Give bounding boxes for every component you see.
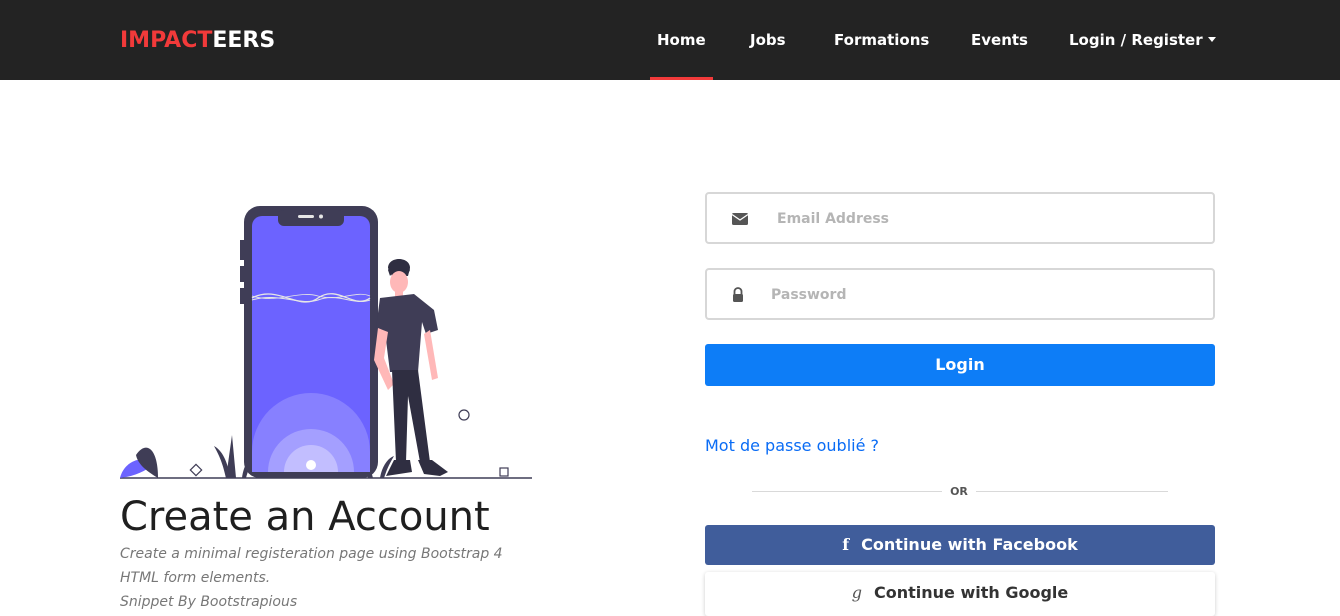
- nav-active-indicator: [650, 77, 713, 80]
- navbar: IMPACTEERS Home Jobs Formations Events L…: [0, 0, 1340, 80]
- login-button[interactable]: Login: [705, 344, 1215, 386]
- forgot-password-link[interactable]: Mot de passe oublié ?: [705, 436, 879, 455]
- google-button-label: Continue with Google: [874, 583, 1069, 602]
- divider-right: [976, 491, 1168, 492]
- brand-text-part2: EERS: [212, 28, 276, 53]
- nav-events[interactable]: Events: [971, 31, 1028, 49]
- subtitle-line-1: Create a minimal registeration page usin…: [120, 546, 503, 562]
- divider-left: [752, 491, 942, 492]
- nav-jobs[interactable]: Jobs: [750, 31, 786, 49]
- brand-logo[interactable]: IMPACTEERS: [120, 28, 275, 53]
- facebook-button-label: Continue with Facebook: [861, 535, 1078, 554]
- continue-with-facebook-button[interactable]: f Continue with Facebook: [705, 525, 1215, 565]
- or-divider-label: OR: [950, 485, 968, 498]
- facebook-icon: f: [842, 535, 850, 554]
- lock-icon: [733, 287, 743, 302]
- subtitle-line-2: HTML form elements.: [120, 570, 271, 586]
- envelope-icon: [731, 213, 749, 225]
- email-input[interactable]: [777, 206, 1197, 232]
- nav-home[interactable]: Home: [657, 31, 706, 49]
- nav-login-register-dropdown[interactable]: Login / Register: [1069, 31, 1216, 49]
- password-field[interactable]: [705, 268, 1215, 320]
- email-field[interactable]: [705, 192, 1215, 244]
- google-icon: g: [851, 583, 862, 602]
- password-input[interactable]: [771, 282, 1191, 308]
- brand-text-part1: IMPACT: [120, 28, 213, 53]
- subtitle-line-3: Snippet By Bootstrapious: [120, 594, 298, 610]
- caret-down-icon: [1207, 37, 1216, 42]
- continue-with-google-button[interactable]: g Continue with Google: [705, 572, 1215, 616]
- nav-formations[interactable]: Formations: [834, 31, 929, 49]
- nav-login-register-label: Login / Register: [1069, 31, 1203, 49]
- page-title: Create an Account: [120, 494, 490, 540]
- phone-person-illustration: [120, 206, 532, 479]
